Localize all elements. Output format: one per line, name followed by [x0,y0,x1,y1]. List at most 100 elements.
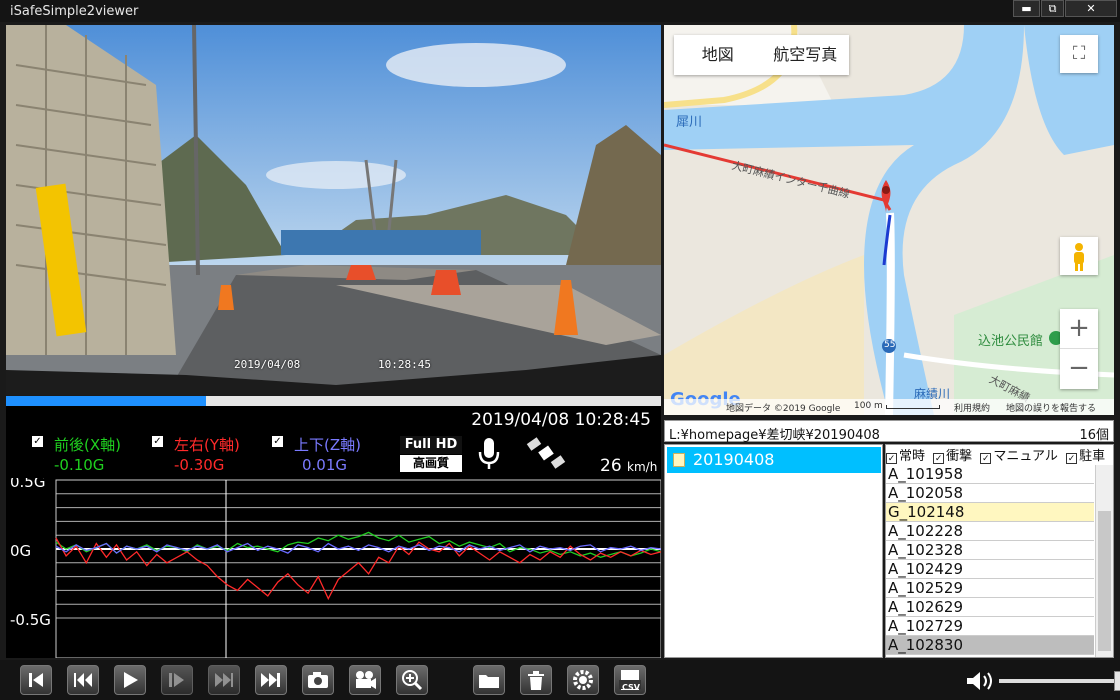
fullscreen-button[interactable]: ⛶ [1060,35,1098,73]
y-tick-label: 0G [10,542,31,560]
overlay-time: 10:28:45 [378,358,431,371]
sensor-panel: 2019/04/08 10:28:45 ✓ 前後(X軸) -0.10G ✓ 左右… [6,406,661,478]
fast-forward-button[interactable] [208,665,240,695]
csv-label: CSV [622,683,640,692]
speaker-icon[interactable] [965,670,997,692]
map-report-link[interactable]: 地図の誤りを報告する [1006,401,1096,414]
file-list-item[interactable]: A_102429 [886,560,1094,579]
play-button[interactable] [114,665,146,695]
file-list-item[interactable]: A_102228 [886,522,1094,541]
file-list: A_101958 A_102058 G_102148 A_102228 A_102328… [886,465,1094,655]
tab-aerial[interactable]: 航空写真 [762,35,850,75]
event-filters: ✓ 常時 ✓ 衝撃 ✓ マニュアル ✓ 駐車 [886,445,1113,465]
file-list-item[interactable]: A_102830 [886,636,1094,655]
snapshot-icon [308,672,328,688]
axis-y-label: 左右(Y軸) [174,436,240,454]
full-hd-line2: 高画質 [412,456,449,470]
file-list-item[interactable]: A_102328 [886,541,1094,560]
axis-x-value: -0.10G [54,456,105,474]
filter-parking[interactable]: ✓ 駐車 [1066,449,1107,464]
zoom-in-icon [402,670,423,691]
file-list-scrollbar[interactable] [1095,465,1113,657]
folder-item[interactable]: 20190408 [667,447,881,473]
map-attribution: 地図データ ©2019 Google 100 m 利用規約 地図の誤りを報告する [664,399,1114,415]
street-view-button[interactable] [1060,237,1098,275]
step-frame-button[interactable] [161,665,193,695]
filter-parking-label: 駐車 [1079,449,1106,464]
filter-normal-label: 常時 [899,449,926,464]
file-list-item[interactable]: A_102529 [886,579,1094,598]
csv-export-button[interactable]: CSV [614,665,646,695]
open-folder-button[interactable] [473,665,505,695]
filter-manual-label: マニュアル [993,449,1058,464]
axis-y-checkbox[interactable]: ✓ [152,436,163,447]
map-terms-link[interactable]: 利用規約 [954,401,990,414]
trash-icon [528,671,544,690]
volume-slider-thumb[interactable] [1114,671,1120,691]
filter-normal[interactable]: ✓ 常時 [886,449,927,464]
zoom-button[interactable] [396,665,428,695]
filter-parking-checkbox[interactable]: ✓ [1066,453,1078,464]
gsensor-chart[interactable]: 0.5G 0G -0.5G [6,473,662,659]
file-list-item[interactable]: A_102629 [886,598,1094,617]
step-frame-icon [169,673,184,687]
recording-datetime: 2019/04/08 10:28:45 [471,410,651,430]
map-panel[interactable]: 犀川 大町麻績インター千曲線 込池公民館 麻績川 大町麻績 55 地図 航空写真… [664,25,1114,415]
settings-button[interactable] [567,665,599,695]
file-list-item[interactable]: A_102058 [886,484,1094,503]
file-count: 16個 [1079,428,1109,443]
fast-forward-icon [215,673,233,687]
file-list-item[interactable]: A_101958 [886,465,1094,484]
file-list-item[interactable]: A_102729 [886,617,1094,636]
zoom-in-button[interactable]: + [1060,309,1098,349]
full-hd-line1: Full HD [400,436,462,455]
scrollbar-thumb[interactable] [1098,511,1111,651]
filter-manual[interactable]: ✓ マニュアル [980,449,1060,464]
filter-impact[interactable]: ✓ 衝撃 [933,449,974,464]
satellite-icon [526,437,566,469]
file-list-panel: ✓ 常時 ✓ 衝撃 ✓ マニュアル ✓ 駐車 A_101958 A_102058 G_102… [885,444,1114,658]
folder-list: 20190408 [664,444,883,658]
plot-area [55,479,662,659]
skip-start-button[interactable] [20,665,52,695]
delete-button[interactable] [520,665,552,695]
volume-slider[interactable] [999,679,1120,683]
axis-y-value: -0.30G [174,456,225,474]
axis-z-checkbox[interactable]: ✓ [272,436,283,447]
y-tick-label: -0.5G [10,611,51,629]
axis-z-value: 0.01G [302,456,348,474]
folder-icon [479,675,499,688]
app-title: iSafeSimple2viewer [10,4,139,19]
seek-bar[interactable] [6,396,661,406]
zoom-controls: + − [1060,309,1098,389]
tab-map[interactable]: 地図 [674,35,762,75]
overlay-date: 2019/04/08 [234,358,301,371]
snapshot-button[interactable] [302,665,334,695]
map-type-tabs: 地図 航空写真 [674,35,849,75]
full-hd-badge: Full HD 高画質 [400,436,462,472]
video-camera-button[interactable] [349,665,381,695]
filter-manual-checkbox[interactable]: ✓ [980,453,992,464]
gsensor-plot: 0.5G 0G -0.5G [10,473,662,659]
play-icon [124,672,138,688]
close-icon: ✕ [1086,2,1096,15]
rewind-button[interactable] [67,665,99,695]
restore-button[interactable]: ⧉ [1041,0,1064,17]
y-tick-label: 0.5G [10,478,45,491]
map-copyright: 地図データ ©2019 Google [726,404,841,414]
video-player[interactable]: 2019/04/08 10:28:45 [6,25,661,395]
map-scale-bar [886,405,940,409]
axis-x-checkbox[interactable]: ✓ [32,436,43,447]
zoom-out-button[interactable]: − [1060,349,1098,389]
folder-file-icon [673,453,685,467]
dashcam-frame [6,25,661,395]
minimize-button[interactable]: ▬ [1013,0,1040,17]
filter-normal-checkbox[interactable]: ✓ [886,453,897,464]
skip-end-button[interactable] [255,665,287,695]
filter-impact-label: 衝撃 [946,449,973,464]
file-list-item[interactable]: G_102148 [886,503,1094,522]
skip-start-icon [29,673,43,687]
filter-impact-checkbox[interactable]: ✓ [933,453,945,464]
pegman-icon [1074,243,1084,271]
close-button[interactable]: ✕ [1065,0,1117,17]
